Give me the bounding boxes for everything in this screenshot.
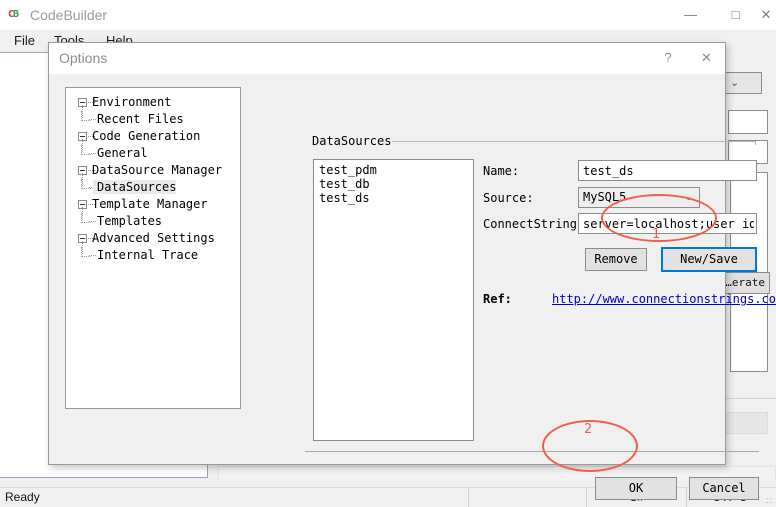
background-field-1[interactable]: [728, 110, 768, 134]
dialog-close-icon[interactable]: ✕: [688, 43, 725, 73]
ok-button[interactable]: OK: [595, 477, 677, 500]
connectstring-label: ConnectString:: [483, 217, 585, 231]
status-blank-cell: [468, 488, 586, 507]
dialog-title-bar: Options ? ✕: [49, 43, 725, 74]
annotation-number-1: 1: [652, 227, 661, 242]
dialog-footer-separator: [305, 451, 759, 452]
dialog-title: Options: [59, 50, 108, 66]
tree-node-general[interactable]: General: [81, 145, 148, 162]
tree-node-label: Code Generation: [92, 129, 201, 143]
app-title-bar: CB CodeBuilder — □ ✕: [0, 0, 776, 30]
codebuilder-icon: CB: [8, 8, 23, 22]
tree-node-label: Recent Files: [97, 112, 184, 126]
source-label: Source:: [483, 191, 534, 205]
group-divider-cap: [755, 141, 756, 145]
datasource-list[interactable]: test_pdm test_db test_ds: [313, 159, 474, 441]
tree-stem-line: [82, 207, 84, 220]
tree-node-label: DataSource Manager: [92, 163, 223, 177]
datasource-list-item[interactable]: test_pdm: [314, 163, 473, 177]
connectionstrings-link[interactable]: http://www.connectionstrings.com/: [552, 292, 776, 306]
tree-node-label: Templates: [97, 214, 163, 228]
chevron-down-icon: ⌄: [730, 77, 740, 89]
help-icon[interactable]: ?: [648, 43, 688, 73]
tree-node-environment[interactable]: Environment: [78, 94, 171, 111]
tree-stem-line: [82, 173, 84, 186]
tree-stem-line: [82, 105, 84, 118]
ref-label: Ref:: [483, 292, 512, 306]
connectstring-input[interactable]: [578, 213, 757, 234]
minimize-icon[interactable]: —: [668, 0, 713, 30]
name-input[interactable]: [578, 160, 757, 181]
tree-node-label: General: [97, 146, 148, 160]
settings-tree[interactable]: Environment Recent Files Code Generation Ge…: [65, 87, 241, 409]
resize-grip-icon[interactable]: ∷: [766, 497, 774, 506]
tree-stem-line: [82, 241, 84, 254]
datasource-list-item[interactable]: test_db: [314, 177, 473, 191]
tree-node-label: Advanced Settings: [92, 231, 215, 245]
maximize-glyph: □: [731, 7, 740, 22]
new-save-button[interactable]: New/Save: [661, 247, 757, 272]
app-title: CodeBuilder: [30, 7, 108, 23]
maximize-icon[interactable]: □: [713, 0, 758, 30]
name-label: Name:: [483, 164, 520, 178]
tree-node-code-generation[interactable]: Code Generation: [78, 128, 200, 145]
tree-node-templates[interactable]: Templates: [81, 213, 163, 230]
cancel-button[interactable]: Cancel: [689, 477, 759, 500]
tree-node-datasource-manager[interactable]: DataSource Manager: [78, 162, 222, 179]
options-dialog: Options ? ✕ Environment Recent Files Code …: [48, 42, 776, 500]
group-label: DataSources: [312, 134, 392, 148]
tree-node-label: Template Manager: [92, 197, 208, 211]
tree-node-internal-trace[interactable]: Internal Trace: [81, 247, 199, 264]
tree-node-label: Environment: [92, 95, 172, 109]
tree-node-label: Internal Trace: [97, 248, 199, 262]
tree-node-advanced-settings[interactable]: Advanced Settings: [78, 230, 215, 247]
minimize-glyph: —: [684, 7, 697, 22]
datasource-list-item[interactable]: test_ds: [314, 191, 473, 205]
close-glyph: ✕: [760, 7, 772, 22]
icon-letter-b: B: [13, 9, 19, 20]
tree-node-datasources[interactable]: DataSources: [81, 179, 177, 196]
tree-node-label: DataSources: [93, 180, 177, 194]
menu-item-file[interactable]: File: [8, 32, 41, 50]
source-select[interactable]: MySQL5 ⌄: [578, 187, 700, 208]
tree-node-recent-files[interactable]: Recent Files: [81, 111, 184, 128]
annotation-number-2: 2: [584, 422, 593, 437]
remove-button[interactable]: Remove: [585, 248, 647, 271]
tree-stem-line: [82, 139, 84, 152]
tree-node-template-manager[interactable]: Template Manager: [78, 196, 208, 213]
chevron-down-icon: ⌄: [683, 191, 693, 203]
close-icon[interactable]: ✕: [756, 0, 776, 30]
source-select-value: MySQL5: [583, 190, 627, 204]
status-message: Ready: [5, 490, 40, 504]
group-divider: [392, 141, 756, 142]
